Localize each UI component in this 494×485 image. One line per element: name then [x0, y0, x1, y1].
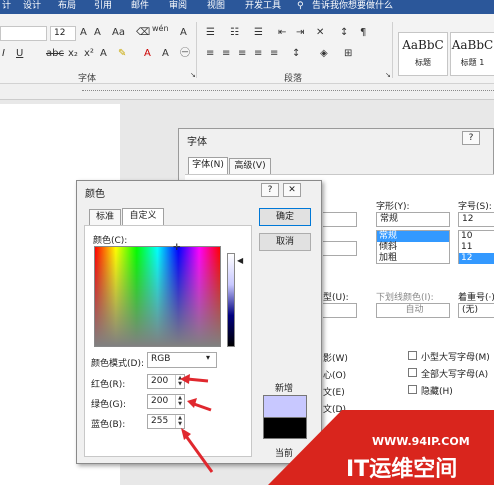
red-arrow-icon [186, 377, 209, 383]
watermark: WWW.94IP.COM IT运维空间 [268, 410, 494, 485]
green-arrowhead-icon [187, 398, 197, 408]
blue-arrow-icon [184, 435, 214, 473]
watermark-url: WWW.94IP.COM [372, 435, 470, 448]
watermark-brand: IT运维空间 [346, 457, 458, 482]
blue-arrowhead-icon [181, 428, 191, 440]
green-arrow-icon [193, 402, 212, 412]
red-arrowhead-icon [180, 374, 190, 384]
